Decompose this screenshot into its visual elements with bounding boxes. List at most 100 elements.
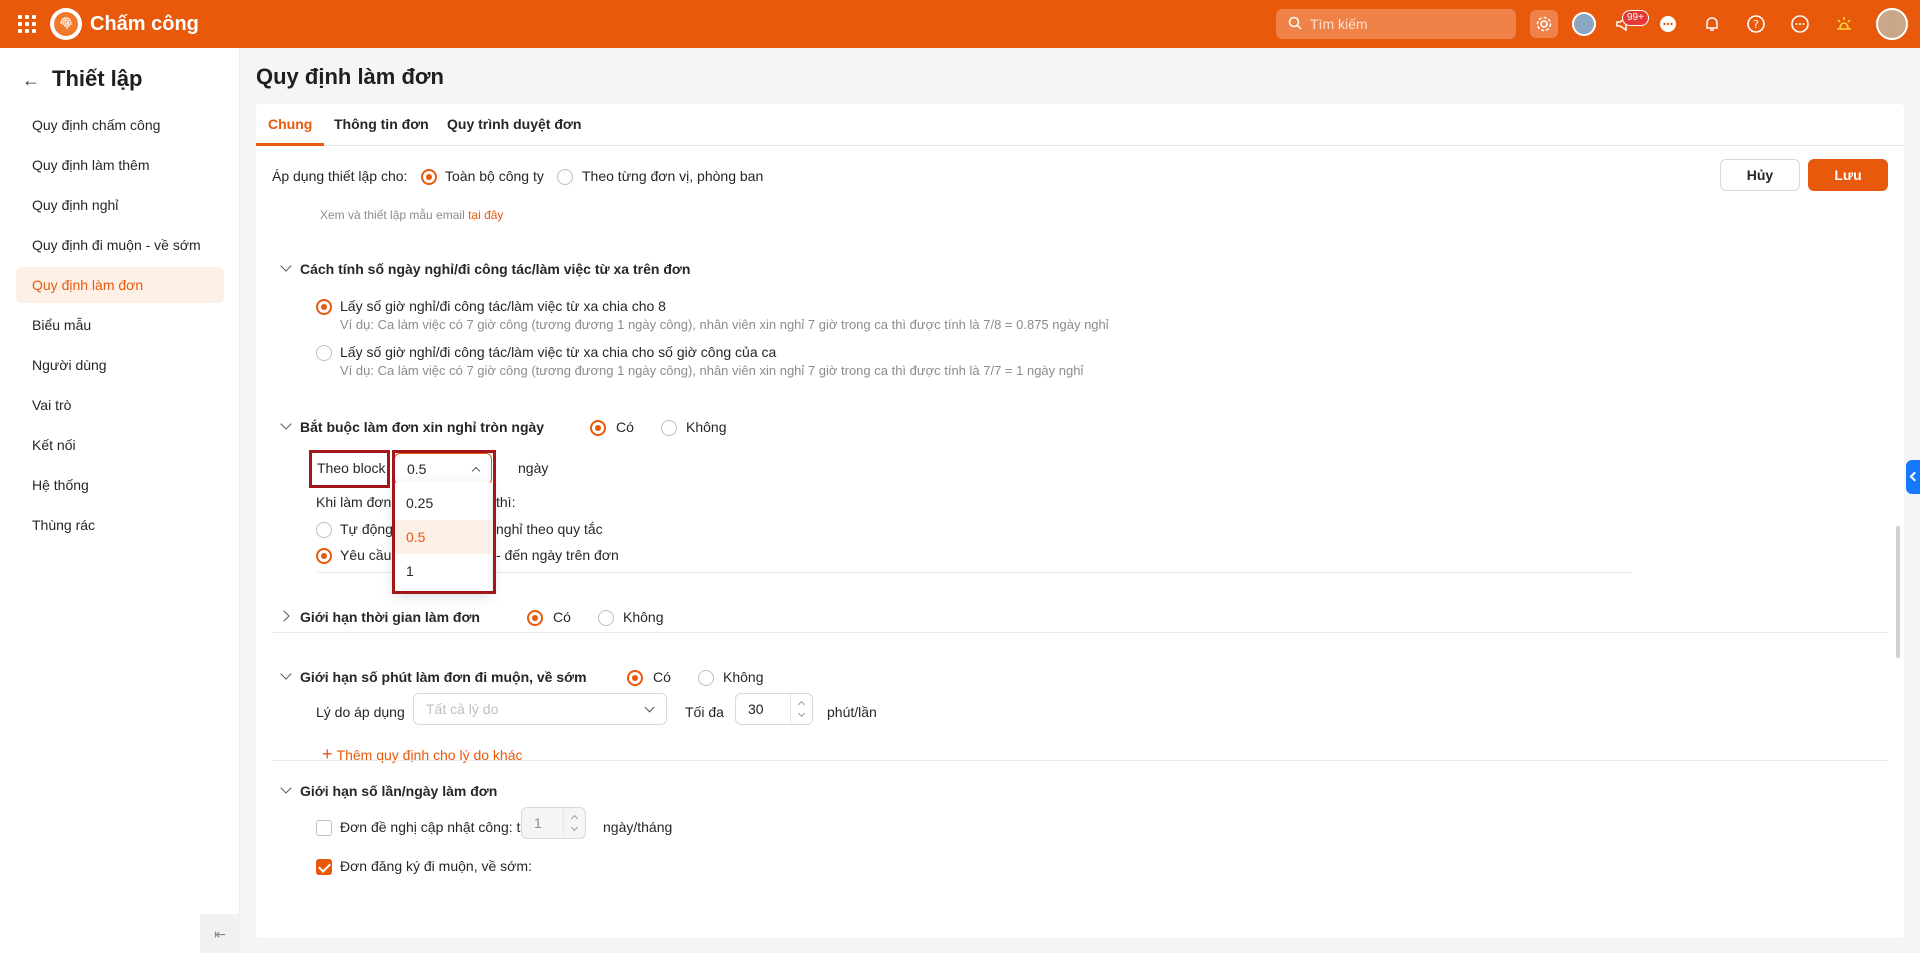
back-arrow-icon[interactable]: ←: [22, 70, 40, 91]
app-title: Chấm công: [90, 13, 199, 35]
sidebar-item-leave-rules[interactable]: Quy định nghỉ: [16, 187, 224, 223]
add-rule-link[interactable]: + Thêm quy định cho lý do khác: [322, 744, 523, 765]
late-early-request-label: Đơn đăng ký đi muộn, về sớm:: [340, 858, 532, 874]
save-button[interactable]: Lưu: [1808, 159, 1888, 191]
time-limit-no-radio[interactable]: [598, 610, 614, 626]
sidebar-item-system[interactable]: Hệ thống: [16, 467, 224, 503]
reason-label: Lý do áp dụng: [316, 704, 405, 720]
bell-icon[interactable]: [1698, 10, 1726, 38]
email-template-link[interactable]: tại đây: [468, 208, 503, 222]
side-panel-toggle[interactable]: [1906, 460, 1920, 494]
late-section-title: Giới hạn số phút làm đơn đi muộn, về sớm: [300, 669, 587, 685]
fullday-section-title: Bắt buộc làm đơn xin nghỉ tròn ngày: [300, 419, 545, 435]
chevron-down-icon[interactable]: [280, 418, 292, 430]
number-stepper[interactable]: [563, 808, 585, 838]
avatar-small[interactable]: [1572, 12, 1596, 36]
time-limit-no-label: Không: [623, 609, 664, 625]
apply-by-department-label: Theo từng đơn vị, phòng ban: [582, 168, 764, 184]
calc-option2-radio[interactable]: [316, 345, 332, 361]
sidebar-item-trash[interactable]: Thùng rác: [16, 507, 224, 543]
sidebar-item-overtime-rules[interactable]: Quy định làm thêm: [16, 147, 224, 183]
help-icon[interactable]: ?: [1742, 10, 1770, 38]
block-select-value: 0.5: [407, 461, 427, 477]
chat-icon[interactable]: [1654, 10, 1682, 38]
update-attendance-value: 1: [534, 815, 542, 831]
sidebar-item-connections[interactable]: Kết nối: [16, 427, 224, 463]
calc-option2-label: Lấy số giờ nghỉ/đi công tác/làm việc từ …: [340, 344, 777, 360]
app-logo: [50, 8, 82, 40]
plus-icon: +: [322, 744, 333, 764]
more-icon[interactable]: [1786, 10, 1814, 38]
late-yes-label: Có: [653, 669, 671, 685]
max-minutes-input[interactable]: 30: [735, 693, 813, 725]
fullday-yes-radio[interactable]: [590, 420, 606, 436]
chevron-down-icon[interactable]: [280, 260, 292, 272]
divider: [316, 572, 1632, 573]
apply-label: Áp dụng thiết lập cho:: [272, 168, 408, 184]
divider: [272, 760, 1888, 761]
block-select[interactable]: 0.5: [394, 453, 492, 485]
search-icon: [1288, 16, 1302, 33]
sidebar-item-roles[interactable]: Vai trò: [16, 387, 224, 423]
late-no-label: Không: [723, 669, 764, 685]
calc-option1-example: Ví dụ: Ca làm việc có 7 giờ công (tương …: [340, 317, 1109, 332]
notification-badge: 99+: [1622, 10, 1649, 26]
tab-request-info[interactable]: Thông tin đơn: [334, 116, 429, 132]
sidebar-item-attendance-rules[interactable]: Quy định chấm công: [16, 107, 224, 143]
email-note-text: Xem và thiết lập mẫu email: [320, 208, 465, 222]
dropdown-option[interactable]: 1: [394, 554, 492, 588]
late-early-request-checkbox[interactable]: [316, 859, 332, 875]
tab-bar: Chung Thông tin đơn Quy trình duyệt đơn: [256, 104, 1904, 146]
late-no-radio[interactable]: [698, 670, 714, 686]
late-yes-radio[interactable]: [627, 670, 643, 686]
minutes-unit: phút/lần: [827, 704, 877, 720]
apply-whole-company-radio[interactable]: [421, 169, 437, 185]
tab-general[interactable]: Chung: [268, 116, 312, 132]
sidebar-title: Thiết lập: [52, 66, 143, 91]
calc-section-title: Cách tính số ngày nghỉ/đi công tác/làm v…: [300, 261, 691, 277]
max-minutes-value: 30: [748, 701, 764, 717]
auto-option-label-start: Tự động: [340, 521, 393, 537]
sidebar-item-users[interactable]: Người dùng: [16, 347, 224, 383]
sidebar-item-late-early-rules[interactable]: Quy định đi muộn - về sớm: [16, 227, 224, 263]
require-option-label-end: - đến ngày trên đơn: [496, 547, 619, 563]
collapse-sidebar-icon[interactable]: ⇤: [200, 914, 240, 953]
search-box[interactable]: [1276, 9, 1516, 39]
gear-icon[interactable]: [1530, 10, 1558, 38]
time-limit-title: Giới hạn thời gian làm đơn: [300, 609, 480, 625]
calc-option1-radio[interactable]: [316, 299, 332, 315]
dropdown-option-selected[interactable]: 0.5: [394, 520, 492, 554]
require-option-label-start: Yêu cầu: [340, 547, 392, 563]
apps-grid-icon[interactable]: [18, 15, 36, 33]
chevron-down-icon[interactable]: [280, 668, 292, 680]
top-bar: Chấm công 99+ ?: [0, 0, 1920, 48]
time-limit-yes-radio[interactable]: [527, 610, 543, 626]
search-input[interactable]: [1310, 16, 1500, 32]
when-label-start: Khi làm đơn: [316, 494, 392, 510]
sidebar-item-request-rules[interactable]: Quy định làm đơn: [16, 267, 224, 303]
sidebar: ← Thiết lập Quy định chấm công Quy định …: [0, 48, 240, 953]
apply-by-department-radio[interactable]: [557, 169, 573, 185]
auto-option-label-end: nghỉ theo quy tắc: [496, 521, 603, 537]
block-unit: ngày: [518, 460, 549, 476]
sunrise-icon[interactable]: [1830, 10, 1858, 38]
auto-option-radio[interactable]: [316, 522, 332, 538]
require-option-radio[interactable]: [316, 548, 332, 564]
chevron-right-icon[interactable]: [278, 610, 290, 622]
update-attendance-checkbox[interactable]: [316, 820, 332, 836]
chevron-down-icon: [644, 702, 655, 713]
chevron-down-icon[interactable]: [280, 782, 292, 794]
chevron-up-icon: [471, 466, 481, 476]
sidebar-item-forms[interactable]: Biểu mẫu: [16, 307, 224, 343]
tab-approval-flow[interactable]: Quy trình duyệt đơn: [447, 116, 581, 132]
count-section-title: Giới hạn số lần/ngày làm đơn: [300, 783, 498, 799]
user-avatar[interactable]: [1876, 8, 1908, 40]
reason-select[interactable]: Tất cả lý do: [413, 693, 667, 725]
page-title: Quy định làm đơn: [256, 64, 444, 89]
scrollbar[interactable]: [1896, 526, 1900, 658]
update-attendance-input[interactable]: 1: [521, 807, 586, 839]
cancel-button[interactable]: Hủy: [1720, 159, 1800, 191]
dropdown-option[interactable]: 0.25: [394, 486, 492, 520]
number-stepper[interactable]: [790, 694, 812, 724]
fullday-no-radio[interactable]: [661, 420, 677, 436]
